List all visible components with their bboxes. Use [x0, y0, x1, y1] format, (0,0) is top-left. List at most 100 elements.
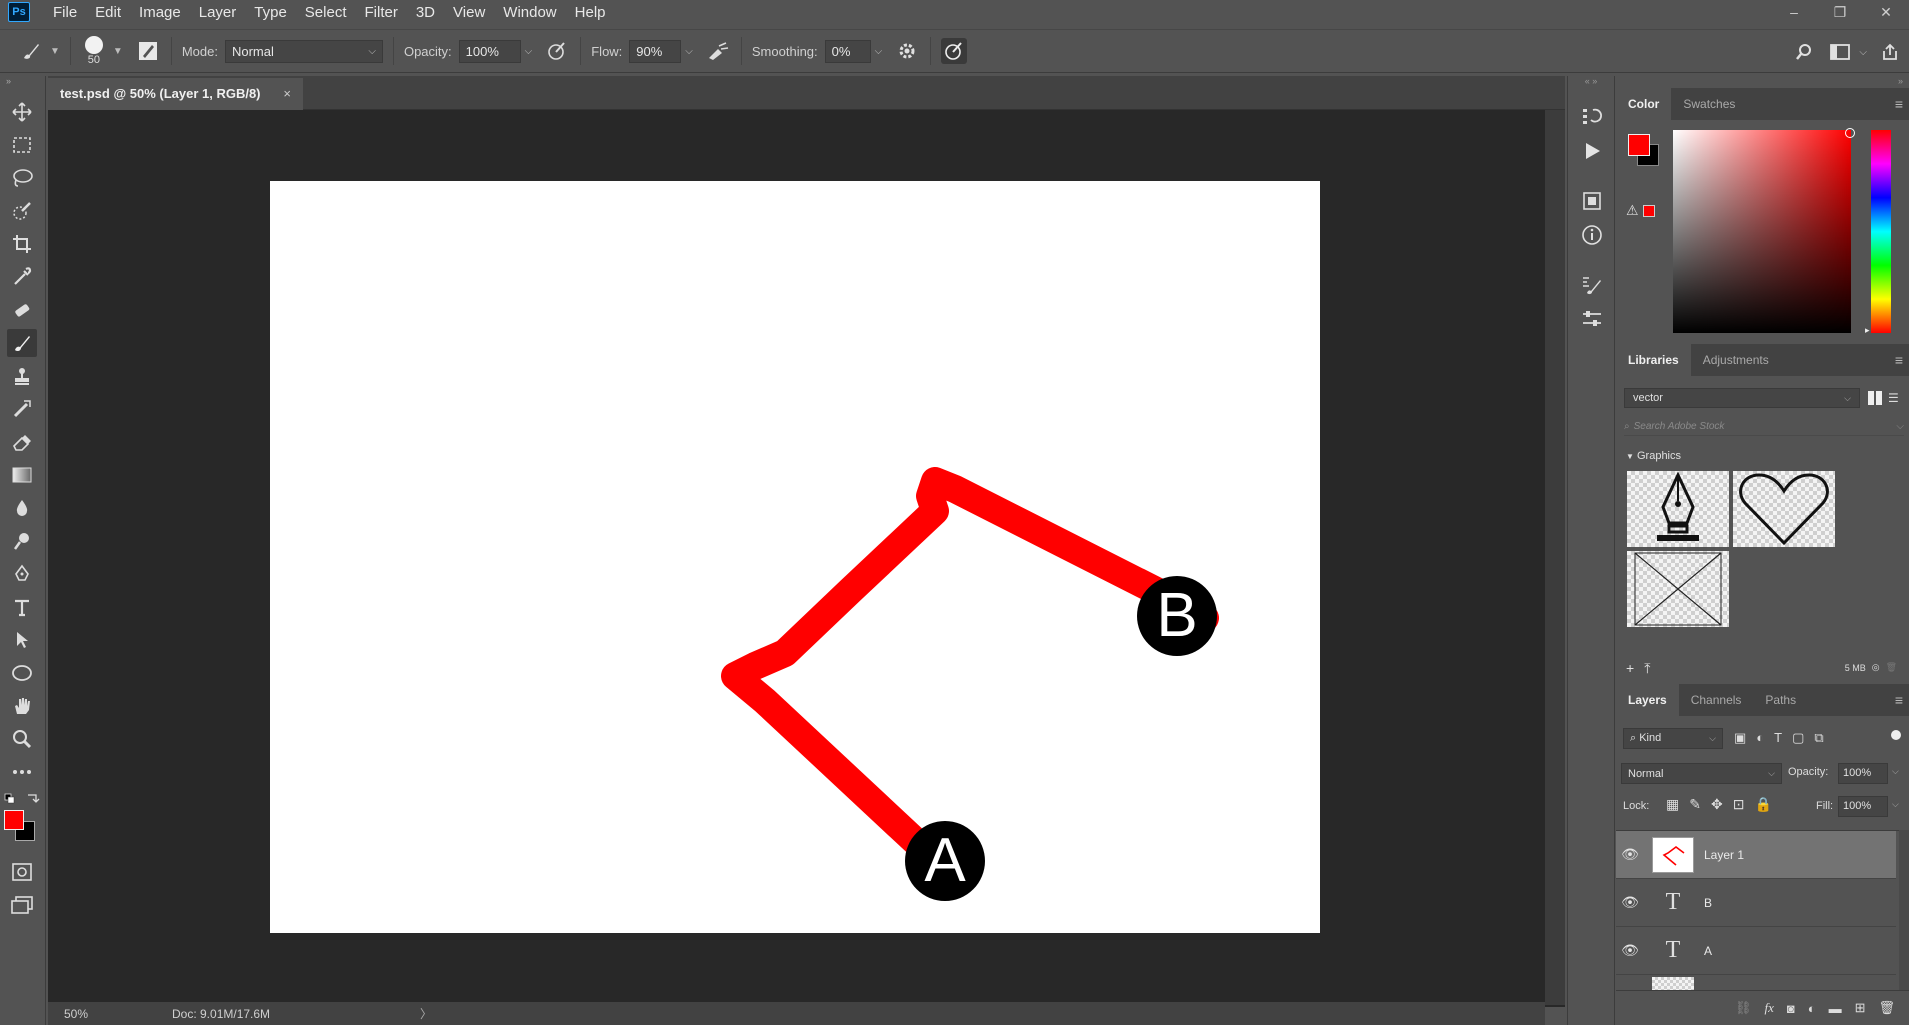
smoothing-dropdown-icon[interactable]: ⌵ — [875, 46, 883, 57]
lasso-tool-icon[interactable] — [7, 164, 37, 192]
menu-layer[interactable]: Layer — [190, 4, 246, 21]
new-layer-icon[interactable]: ⊞ — [1855, 1000, 1866, 1016]
hue-slider-handle[interactable]: ▸ — [1865, 325, 1870, 336]
tab-swatches[interactable]: Swatches — [1671, 88, 1747, 120]
visibility-eye-icon[interactable]: 👁 — [1616, 894, 1644, 911]
status-menu-arrow[interactable]: 〉 — [420, 1005, 432, 1022]
graphic-placeholder[interactable] — [1627, 551, 1729, 627]
sync-icon[interactable]: ◎ — [1872, 662, 1880, 673]
tab-color[interactable]: Color — [1616, 88, 1672, 120]
eyedropper-tool-icon[interactable] — [7, 263, 37, 291]
library-select[interactable]: vector ⌵ — [1624, 388, 1860, 408]
brush-preset-icon[interactable] — [18, 38, 44, 64]
healing-brush-tool-icon[interactable] — [7, 296, 37, 324]
history-brush-tool-icon[interactable] — [7, 395, 37, 423]
panel-menu-icon[interactable]: ≡ — [1895, 352, 1903, 368]
visibility-eye-icon[interactable]: 👁 — [1616, 942, 1644, 959]
restore-button[interactable]: ❐ — [1817, 0, 1863, 24]
chevron-down-icon[interactable]: ⌵ — [1859, 47, 1867, 58]
actions-play-icon[interactable] — [1579, 138, 1605, 164]
chevron-down-icon[interactable]: ▼ — [113, 46, 123, 57]
shape-filter-icon[interactable]: ▢ — [1792, 730, 1804, 746]
pen-tool-icon[interactable] — [7, 560, 37, 588]
blend-mode-select[interactable]: Normal ⌵ — [1621, 763, 1782, 784]
properties-panel-icon[interactable] — [1579, 306, 1605, 332]
new-group-icon[interactable]: ▬ — [1829, 1001, 1842, 1016]
adjustment-layer-icon[interactable]: ◐ — [1808, 1001, 1816, 1016]
vertical-scrollbar[interactable] — [1545, 110, 1565, 1005]
search-icon[interactable] — [1791, 39, 1817, 65]
zoom-level[interactable]: 50% — [64, 1007, 134, 1021]
gradient-tool-icon[interactable] — [7, 461, 37, 489]
eraser-tool-icon[interactable] — [7, 428, 37, 456]
list-view-icon[interactable]: ☰ — [1888, 391, 1899, 405]
swap-colors-control[interactable] — [4, 792, 40, 806]
tab-channels[interactable]: Channels — [1679, 684, 1754, 716]
menu-3d[interactable]: 3D — [407, 4, 444, 21]
menu-edit[interactable]: Edit — [86, 4, 130, 21]
opacity-input[interactable]: 100% — [458, 39, 521, 63]
trash-icon[interactable]: 🗑 — [1886, 662, 1897, 673]
brush-size-picker[interactable]: 50 — [81, 36, 107, 66]
fx-icon[interactable]: fx — [1764, 1000, 1773, 1016]
menu-file[interactable]: File — [44, 4, 86, 21]
color-panel-swatches[interactable] — [1628, 134, 1664, 174]
add-icon[interactable]: + — [1626, 660, 1634, 677]
grid-view-icon[interactable] — [1868, 391, 1882, 405]
marquee-tool-icon[interactable] — [7, 131, 37, 159]
menu-view[interactable]: View — [444, 4, 494, 21]
layer-opacity-input[interactable]: 100% — [1838, 763, 1888, 784]
flow-dropdown-icon[interactable]: ⌵ — [685, 46, 693, 57]
close-window-button[interactable]: ✕ — [1863, 0, 1909, 24]
tab-adjustments[interactable]: Adjustments — [1691, 344, 1781, 376]
color-swatches[interactable] — [4, 810, 40, 842]
canvas[interactable]: A B — [270, 181, 1320, 933]
menu-select[interactable]: Select — [296, 4, 356, 21]
add-mask-icon[interactable]: ◙ — [1787, 1001, 1795, 1016]
menu-image[interactable]: Image — [130, 4, 190, 21]
zoom-tool-icon[interactable] — [7, 725, 37, 753]
workspace-icon[interactable] — [1827, 39, 1853, 65]
menu-type[interactable]: Type — [245, 4, 296, 21]
path-selection-tool-icon[interactable] — [7, 626, 37, 654]
pressure-opacity-icon[interactable] — [544, 38, 570, 64]
gamut-warning[interactable]: ⚠ — [1626, 202, 1655, 219]
brush-settings-panel-icon[interactable] — [1579, 272, 1605, 298]
flow-input[interactable]: 90% — [629, 39, 682, 63]
opacity-dropdown-icon[interactable]: ⌵ — [525, 46, 533, 57]
color-picker-cursor[interactable] — [1845, 128, 1855, 138]
type-tool-icon[interactable] — [7, 593, 37, 621]
panel-menu-icon[interactable]: ≡ — [1895, 96, 1903, 112]
graphic-pen-tool[interactable] — [1627, 471, 1729, 547]
layer-row[interactable]: 👁 Layer 1 — [1616, 831, 1896, 879]
lock-position-icon[interactable]: ✥ — [1711, 796, 1723, 813]
chevron-down-icon[interactable]: ⌵ — [1892, 799, 1899, 810]
filter-toggle-icon[interactable] — [1891, 730, 1901, 740]
layer-filter-select[interactable]: ⌕ Kind ⌵ — [1623, 728, 1723, 749]
stock-search[interactable]: ⌕ Search Adobe Stock ⌵ — [1624, 418, 1904, 436]
smart-object-filter-icon[interactable]: ⧉ — [1814, 730, 1823, 746]
foreground-color-swatch[interactable] — [4, 810, 24, 830]
menu-window[interactable]: Window — [494, 4, 565, 21]
gamut-color-swatch[interactable] — [1642, 204, 1655, 217]
layer-row[interactable]: 👁 T B — [1616, 879, 1896, 927]
smoothing-input[interactable]: 0% — [824, 39, 871, 63]
close-tab-icon[interactable]: × — [283, 86, 291, 102]
lock-artboard-icon[interactable]: ⊡ — [1733, 796, 1745, 813]
graphics-section-header[interactable]: ▼ Graphics — [1626, 450, 1681, 462]
document-tab[interactable]: test.psd @ 50% (Layer 1, RGB/8) × — [48, 78, 303, 110]
foreground-color-swatch[interactable] — [1628, 134, 1650, 156]
lock-transparency-icon[interactable]: ▦ — [1666, 796, 1679, 813]
delete-layer-icon[interactable]: 🗑 — [1878, 1000, 1895, 1016]
dodge-tool-icon[interactable] — [7, 527, 37, 555]
tab-layers[interactable]: Layers — [1616, 684, 1679, 716]
panel-menu-icon[interactable]: ≡ — [1895, 692, 1903, 708]
lock-pixels-icon[interactable]: ✎ — [1689, 796, 1701, 813]
history-panel-icon[interactable] — [1579, 104, 1605, 130]
clone-stamp-tool-icon[interactable] — [7, 362, 37, 390]
blur-tool-icon[interactable] — [7, 494, 37, 522]
adjustment-filter-icon[interactable]: ◐ — [1756, 730, 1764, 746]
graphic-heart[interactable] — [1733, 471, 1835, 547]
menu-help[interactable]: Help — [566, 4, 615, 21]
crop-tool-icon[interactable] — [7, 230, 37, 258]
